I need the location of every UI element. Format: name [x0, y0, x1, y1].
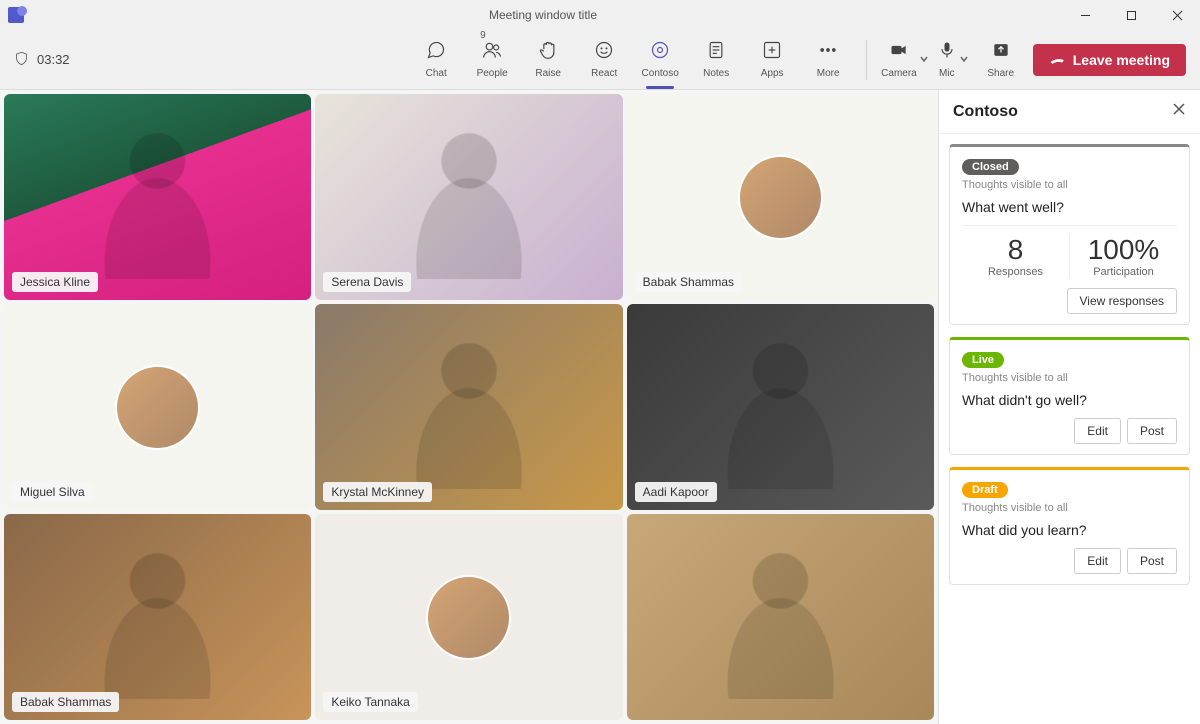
mic-button[interactable]: Mic — [937, 40, 969, 79]
status-badge: Closed — [962, 159, 1019, 175]
apps-button[interactable]: Apps — [748, 40, 796, 79]
camera-icon — [889, 40, 909, 65]
video-grid: Jessica Kline Serena Davis Babak Shammas… — [0, 90, 938, 724]
teams-app-icon — [8, 7, 24, 23]
more-icon — [818, 40, 838, 65]
participant-tile[interactable] — [627, 514, 934, 720]
visibility-label: Thoughts visible to all — [962, 372, 1177, 384]
panel-title: Contoso — [953, 103, 1018, 121]
post-button[interactable]: Post — [1127, 418, 1177, 444]
participant-name: Krystal McKinney — [323, 482, 432, 502]
leave-meeting-button[interactable]: Leave meeting — [1033, 44, 1186, 76]
participant-tile[interactable]: Miguel Silva — [4, 304, 311, 510]
participant-tile[interactable]: Jessica Kline — [4, 94, 311, 300]
camera-button[interactable]: Camera — [881, 40, 929, 79]
participant-tile[interactable]: Krystal McKinney — [315, 304, 622, 510]
participant-name: Babak Shammas — [12, 692, 119, 712]
side-panel: Contoso Closed Thoughts visible to all W… — [938, 90, 1200, 724]
contoso-app-button[interactable]: Contoso — [636, 40, 684, 79]
window-title: Meeting window title — [24, 8, 1062, 22]
avatar — [426, 575, 511, 660]
participant-name: Aadi Kapoor — [635, 482, 717, 502]
react-button[interactable]: React — [580, 40, 628, 79]
visibility-label: Thoughts visible to all — [962, 179, 1177, 191]
participant-tile[interactable]: Keiko Tannaka — [315, 514, 622, 720]
people-count: 9 — [480, 30, 486, 41]
chat-button[interactable]: Chat — [412, 40, 460, 79]
more-button[interactable]: More — [804, 40, 852, 79]
shield-icon — [14, 51, 29, 69]
prompt-card-live: Live Thoughts visible to all What didn't… — [949, 337, 1190, 455]
prompt-question: What went well? — [962, 199, 1177, 215]
meeting-timer: 03:32 — [37, 52, 70, 67]
status-badge: Draft — [962, 482, 1008, 498]
people-icon: 9 — [482, 40, 502, 65]
participant-tile[interactable]: Serena Davis — [315, 94, 622, 300]
post-button[interactable]: Post — [1127, 548, 1177, 574]
responses-count: 8 — [962, 234, 1069, 266]
contoso-app-icon — [650, 40, 670, 65]
notes-button[interactable]: Notes — [692, 40, 740, 79]
react-icon — [594, 40, 614, 65]
participation-percent: 100% — [1070, 234, 1177, 266]
share-button[interactable]: Share — [977, 40, 1025, 79]
prompt-question: What did you learn? — [962, 522, 1177, 538]
toolbar-separator — [866, 40, 867, 80]
participant-name: Keiko Tannaka — [323, 692, 418, 712]
window-minimize-button[interactable] — [1062, 0, 1108, 30]
avatar — [738, 155, 823, 240]
edit-button[interactable]: Edit — [1074, 418, 1121, 444]
participant-tile[interactable]: Aadi Kapoor — [627, 304, 934, 510]
people-button[interactable]: 9 People — [468, 40, 516, 79]
participant-tile[interactable]: Babak Shammas — [4, 514, 311, 720]
raise-hand-button[interactable]: Raise — [524, 40, 572, 79]
window-maximize-button[interactable] — [1108, 0, 1154, 30]
main-content: Jessica Kline Serena Davis Babak Shammas… — [0, 90, 1200, 724]
prompt-card-closed: Closed Thoughts visible to all What went… — [949, 144, 1190, 325]
avatar — [115, 365, 200, 450]
notes-icon — [706, 40, 726, 65]
participant-name: Serena Davis — [323, 272, 411, 292]
apps-icon — [762, 40, 782, 65]
panel-header: Contoso — [939, 90, 1200, 134]
meeting-toolbar: 03:32 Chat 9 People Raise React Contoso … — [0, 30, 1200, 90]
participant-name: Babak Shammas — [635, 272, 742, 292]
prompt-card-draft: Draft Thoughts visible to all What did y… — [949, 467, 1190, 585]
close-panel-button[interactable] — [1172, 102, 1186, 121]
participant-name: Jessica Kline — [12, 272, 98, 292]
chevron-down-icon[interactable] — [959, 51, 969, 69]
chat-icon — [426, 40, 446, 65]
chevron-down-icon[interactable] — [919, 51, 929, 69]
window-close-button[interactable] — [1154, 0, 1200, 30]
visibility-label: Thoughts visible to all — [962, 502, 1177, 514]
participant-name: Miguel Silva — [12, 482, 93, 502]
participant-tile[interactable]: Babak Shammas — [627, 94, 934, 300]
raise-hand-icon — [538, 40, 558, 65]
edit-button[interactable]: Edit — [1074, 548, 1121, 574]
prompt-question: What didn't go well? — [962, 392, 1177, 408]
title-bar: Meeting window title — [0, 0, 1200, 30]
hangup-icon — [1049, 52, 1065, 68]
status-badge: Live — [962, 352, 1004, 368]
view-responses-button[interactable]: View responses — [1067, 288, 1178, 314]
mic-icon — [937, 40, 957, 65]
share-icon — [991, 40, 1011, 65]
